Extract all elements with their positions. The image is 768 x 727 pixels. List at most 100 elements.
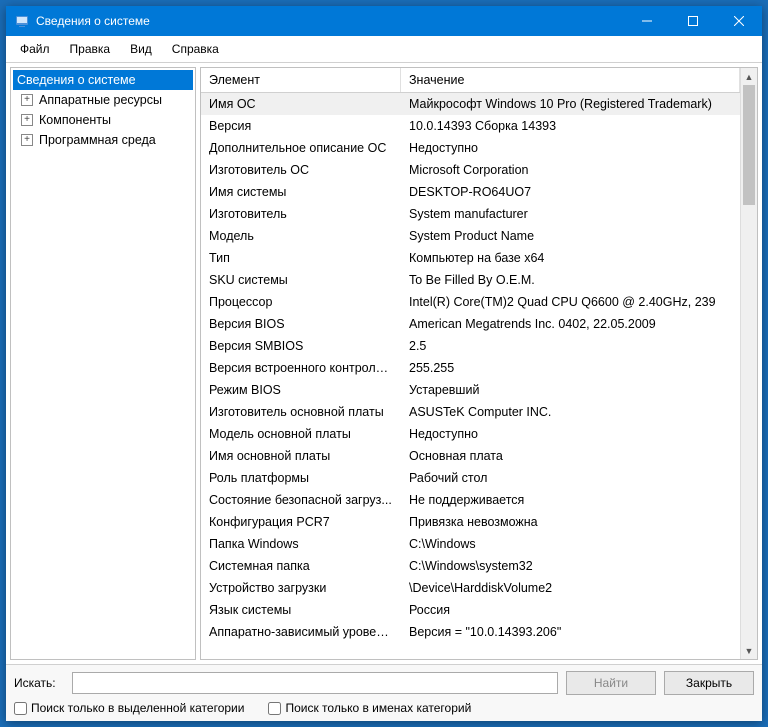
check-selected-category-box[interactable] <box>14 702 27 715</box>
titlebar-title: Сведения о системе <box>36 14 624 28</box>
search-label: Искать: <box>14 676 64 690</box>
header-element[interactable]: Элемент <box>201 68 401 92</box>
cell-key: Изготовитель основной платы <box>201 401 401 423</box>
menu-edit[interactable]: Правка <box>60 38 121 60</box>
scroll-down-icon[interactable]: ▼ <box>741 642 757 659</box>
close-search-button[interactable]: Закрыть <box>664 671 754 695</box>
table-row[interactable]: ПроцессорIntel(R) Core(TM)2 Quad CPU Q66… <box>201 291 740 313</box>
table-row[interactable]: Состояние безопасной загруз...Не поддерж… <box>201 489 740 511</box>
table-row[interactable]: Изготовитель ОСMicrosoft Corporation <box>201 159 740 181</box>
menu-help[interactable]: Справка <box>162 38 229 60</box>
cell-key: Роль платформы <box>201 467 401 489</box>
cell-key: Имя ОС <box>201 93 401 115</box>
table-row[interactable]: Системная папкаC:\Windows\system32 <box>201 555 740 577</box>
cell-value: Недоступно <box>401 137 740 159</box>
cell-value: Рабочий стол <box>401 467 740 489</box>
cell-value: ASUSTeK Computer INC. <box>401 401 740 423</box>
cell-value: \Device\HarddiskVolume2 <box>401 577 740 599</box>
scroll-thumb[interactable] <box>743 85 755 205</box>
scroll-up-icon[interactable]: ▲ <box>741 68 757 85</box>
table-row[interactable]: Модель основной платыНедоступно <box>201 423 740 445</box>
table-row[interactable]: Имя основной платыОсновная плата <box>201 445 740 467</box>
cell-value: Microsoft Corporation <box>401 159 740 181</box>
titlebar[interactable]: Сведения о системе <box>6 6 762 36</box>
cell-value: Компьютер на базе x64 <box>401 247 740 269</box>
table-row[interactable]: SKU системыTo Be Filled By O.E.M. <box>201 269 740 291</box>
cell-value: Майкрософт Windows 10 Pro (Registered Tr… <box>401 93 740 115</box>
table-row[interactable]: Версия встроенного контролл...255.255 <box>201 357 740 379</box>
cell-value: Intel(R) Core(TM)2 Quad CPU Q6600 @ 2.40… <box>401 291 740 313</box>
cell-key: SKU системы <box>201 269 401 291</box>
table-row[interactable]: Имя ОСМайкрософт Windows 10 Pro (Registe… <box>201 93 740 115</box>
cell-value: C:\Windows <box>401 533 740 555</box>
cell-key: Аппаратно-зависимый уровен... <box>201 621 401 643</box>
cell-value: Россия <box>401 599 740 621</box>
cell-value: Основная плата <box>401 445 740 467</box>
table-row[interactable]: Дополнительное описание ОСНедоступно <box>201 137 740 159</box>
cell-key: Процессор <box>201 291 401 313</box>
details-pane: Элемент Значение Имя ОСМайкрософт Window… <box>200 67 758 660</box>
table-row[interactable]: Устройство загрузки\Device\HarddiskVolum… <box>201 577 740 599</box>
header-value[interactable]: Значение <box>401 68 740 92</box>
plus-icon[interactable]: + <box>21 134 33 146</box>
cell-key: Имя системы <box>201 181 401 203</box>
menu-file[interactable]: Файл <box>10 38 60 60</box>
cell-key: Модель <box>201 225 401 247</box>
plus-icon[interactable]: + <box>21 94 33 106</box>
table-body: Имя ОСМайкрософт Windows 10 Pro (Registe… <box>201 93 740 643</box>
check-category-names-label: Поиск только в именах категорий <box>285 701 471 715</box>
table-row[interactable]: ТипКомпьютер на базе x64 <box>201 247 740 269</box>
cell-key: Версия <box>201 115 401 137</box>
tree-item-label: Компоненты <box>39 113 111 127</box>
table-row[interactable]: Версия SMBIOS2.5 <box>201 335 740 357</box>
cell-key: Изготовитель ОС <box>201 159 401 181</box>
cell-key: Версия SMBIOS <box>201 335 401 357</box>
search-panel: Искать: Найти Закрыть Поиск только в выд… <box>6 664 762 721</box>
menu-view[interactable]: Вид <box>120 38 162 60</box>
vertical-scrollbar[interactable]: ▲ ▼ <box>740 68 757 659</box>
details-table: Элемент Значение Имя ОСМайкрософт Window… <box>201 68 740 659</box>
table-row[interactable]: Аппаратно-зависимый уровен...Версия = "1… <box>201 621 740 643</box>
plus-icon[interactable]: + <box>21 114 33 126</box>
tree-root[interactable]: Сведения о системе <box>13 70 193 90</box>
cell-key: Конфигурация PCR7 <box>201 511 401 533</box>
tree-item-label: Аппаратные ресурсы <box>39 93 162 107</box>
cell-key: Системная папка <box>201 555 401 577</box>
find-button[interactable]: Найти <box>566 671 656 695</box>
table-row[interactable]: Изготовитель основной платыASUSTeK Compu… <box>201 401 740 423</box>
scroll-track[interactable] <box>741 85 757 642</box>
table-row[interactable]: Версия10.0.14393 Сборка 14393 <box>201 115 740 137</box>
cell-key: Дополнительное описание ОС <box>201 137 401 159</box>
window-controls <box>624 6 762 36</box>
cell-value: Недоступно <box>401 423 740 445</box>
maximize-button[interactable] <box>670 6 716 36</box>
table-row[interactable]: Язык системыРоссия <box>201 599 740 621</box>
table-row[interactable]: Режим BIOSУстаревший <box>201 379 740 401</box>
cell-key: Модель основной платы <box>201 423 401 445</box>
tree-item-hardware[interactable]: + Аппаратные ресурсы <box>13 90 193 110</box>
close-button[interactable] <box>716 6 762 36</box>
table-row[interactable]: Версия BIOSAmerican Megatrends Inc. 0402… <box>201 313 740 335</box>
search-input[interactable] <box>72 672 558 694</box>
tree-item-software[interactable]: + Программная среда <box>13 130 193 150</box>
check-selected-category[interactable]: Поиск только в выделенной категории <box>14 701 244 715</box>
cell-key: Изготовитель <box>201 203 401 225</box>
table-row[interactable]: ИзготовительSystem manufacturer <box>201 203 740 225</box>
tree-item-components[interactable]: + Компоненты <box>13 110 193 130</box>
check-category-names-box[interactable] <box>268 702 281 715</box>
minimize-button[interactable] <box>624 6 670 36</box>
cell-key: Версия BIOS <box>201 313 401 335</box>
cell-key: Версия встроенного контролл... <box>201 357 401 379</box>
cell-value: Не поддерживается <box>401 489 740 511</box>
table-row[interactable]: МодельSystem Product Name <box>201 225 740 247</box>
cell-key: Тип <box>201 247 401 269</box>
table-row[interactable]: Конфигурация PCR7Привязка невозможна <box>201 511 740 533</box>
table-row[interactable]: Роль платформыРабочий стол <box>201 467 740 489</box>
app-icon <box>14 13 30 29</box>
check-category-names[interactable]: Поиск только в именах категорий <box>268 701 471 715</box>
table-row[interactable]: Имя системыDESKTOP-RO64UO7 <box>201 181 740 203</box>
cell-key: Режим BIOS <box>201 379 401 401</box>
cell-value: Устаревший <box>401 379 740 401</box>
table-row[interactable]: Папка WindowsC:\Windows <box>201 533 740 555</box>
cell-value: Версия = "10.0.14393.206" <box>401 621 740 643</box>
